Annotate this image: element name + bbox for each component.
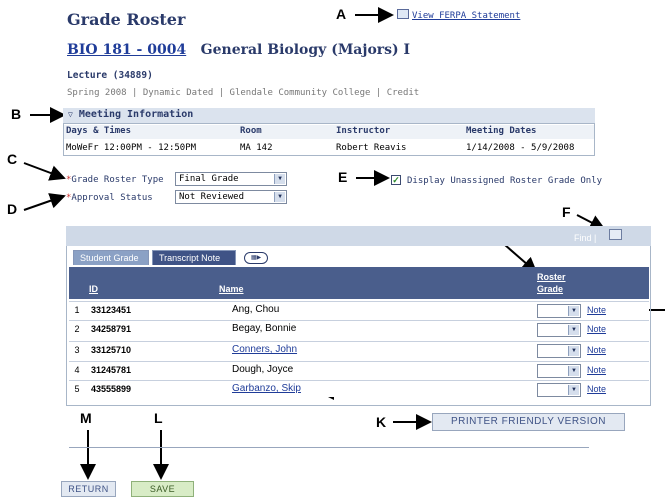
roster-grade-select[interactable]: ▼ bbox=[537, 323, 581, 337]
student-name[interactable]: Conners, John bbox=[232, 344, 297, 355]
col-name-header[interactable]: Name bbox=[219, 284, 244, 294]
roster-type-select[interactable]: Final Grade ▼ bbox=[175, 172, 287, 186]
callout-m: M bbox=[80, 410, 92, 426]
meeting-col-room: Room bbox=[240, 126, 262, 136]
approval-status-label: *Approval Status bbox=[66, 193, 153, 203]
callout-d: D bbox=[7, 201, 18, 217]
meeting-col-dates: Meeting Dates bbox=[466, 126, 537, 136]
ferpa-icon[interactable] bbox=[397, 9, 409, 19]
student-name: Begay, Bonnie bbox=[232, 323, 297, 334]
row-number: 1 bbox=[74, 305, 80, 315]
chevron-down-icon: ▼ bbox=[568, 385, 579, 395]
roster-grade-select[interactable]: ▼ bbox=[537, 364, 581, 378]
find-link[interactable]: Find | bbox=[574, 233, 596, 243]
page-title: Grade Roster bbox=[67, 10, 186, 29]
callout-b: B bbox=[11, 106, 22, 122]
collapse-triangle-icon: ▽ bbox=[68, 110, 73, 119]
callout-e: E bbox=[338, 169, 348, 185]
return-button[interactable]: RETURN bbox=[61, 481, 116, 497]
student-id: 31245781 bbox=[91, 365, 132, 375]
save-button[interactable]: SAVE bbox=[131, 481, 194, 497]
grid-view-icon[interactable] bbox=[609, 229, 622, 240]
ferpa-link[interactable]: View FERPA Statement bbox=[412, 11, 520, 21]
unassigned-only-checkbox[interactable]: ✓ bbox=[391, 175, 401, 185]
callout-a: A bbox=[336, 6, 347, 22]
callout-c: C bbox=[7, 151, 18, 167]
table-row: 2 34258791 Begay, Bonnie ▼ Note bbox=[69, 320, 649, 337]
meeting-dates-value: 1/14/2008 - 5/9/2008 bbox=[466, 143, 575, 153]
col-id-header[interactable]: ID bbox=[89, 284, 98, 294]
show-all-columns-icon[interactable]: ▦▶ bbox=[244, 252, 268, 264]
table-row: 3 33125710 Conners, John ▼ Note bbox=[69, 341, 649, 358]
note-link[interactable]: Note bbox=[587, 305, 606, 315]
table-row: 4 31245781 Dough, Joyce ▼ Note bbox=[69, 361, 649, 378]
chevron-down-icon: ▼ bbox=[568, 366, 579, 376]
unassigned-only-label: Display Unassigned Roster Grade Only bbox=[407, 176, 603, 186]
meeting-info-toggle[interactable]: ▽ Meeting Information bbox=[68, 109, 193, 120]
meeting-info-title: Meeting Information bbox=[78, 109, 194, 120]
roster-grade-select[interactable]: ▼ bbox=[537, 383, 581, 397]
callout-l: L bbox=[154, 410, 163, 426]
row-number: 5 bbox=[74, 384, 80, 394]
student-id: 33123451 bbox=[91, 305, 132, 315]
approval-status-select[interactable]: Not Reviewed ▼ bbox=[175, 190, 287, 204]
student-name: Dough, Joyce bbox=[232, 364, 294, 375]
note-link[interactable]: Note bbox=[587, 384, 606, 394]
note-link[interactable]: Note bbox=[587, 365, 606, 375]
meeting-room-value: MA 142 bbox=[240, 143, 273, 153]
divider bbox=[69, 447, 589, 448]
meeting-col-days: Days & Times bbox=[66, 126, 132, 136]
chevron-down-icon: ▼ bbox=[568, 306, 579, 316]
row-number: 3 bbox=[74, 345, 80, 355]
row-number: 2 bbox=[74, 324, 80, 334]
roster-grade-select[interactable]: ▼ bbox=[537, 344, 581, 358]
course-code-link[interactable]: BIO 181 - 0004 bbox=[67, 42, 186, 58]
meeting-instructor-value: Robert Reavis bbox=[336, 143, 407, 153]
roster-type-value: Final Grade bbox=[179, 174, 239, 184]
callout-k: K bbox=[376, 414, 387, 430]
note-link[interactable]: Note bbox=[587, 324, 606, 334]
course-name: General Biology (Majors) I bbox=[200, 42, 411, 58]
note-link[interactable]: Note bbox=[587, 345, 606, 355]
row-number: 4 bbox=[74, 365, 80, 375]
chevron-down-icon: ▼ bbox=[274, 174, 285, 184]
approval-status-value: Not Reviewed bbox=[179, 192, 245, 202]
tab-student-grade[interactable]: Student Grade bbox=[73, 250, 149, 265]
grid-toolbar bbox=[66, 226, 651, 246]
student-id: 34258791 bbox=[91, 324, 132, 334]
printer-friendly-button[interactable]: PRINTER FRIENDLY VERSION bbox=[432, 413, 625, 431]
student-id: 33125710 bbox=[91, 345, 132, 355]
student-id: 43555899 bbox=[91, 384, 132, 394]
term-info: Spring 2008 | Dynamic Dated | Glendale C… bbox=[67, 88, 420, 98]
roster-grade-select[interactable]: ▼ bbox=[537, 304, 581, 318]
col-grade-header-line1[interactable]: Roster bbox=[537, 272, 566, 282]
col-grade-header-line2[interactable]: Grade bbox=[537, 284, 563, 294]
chevron-down-icon: ▼ bbox=[568, 346, 579, 356]
chevron-down-icon: ▼ bbox=[274, 192, 285, 202]
student-name: Ang, Chou bbox=[232, 304, 280, 315]
grid-header: ID Name Roster Grade bbox=[69, 267, 649, 299]
tab-transcript-note[interactable]: Transcript Note bbox=[152, 250, 236, 265]
section-label: Lecture (34889) bbox=[67, 70, 153, 81]
meeting-days-value: MoWeFr 12:00PM - 12:50PM bbox=[66, 143, 197, 153]
course-heading: BIO 181 - 0004 General Biology (Majors) … bbox=[67, 42, 410, 58]
meeting-col-instructor: Instructor bbox=[336, 126, 391, 136]
roster-type-label: *Grade Roster Type bbox=[66, 175, 164, 185]
table-row: 1 33123451 Ang, Chou ▼ Note bbox=[69, 301, 649, 318]
callout-f: F bbox=[562, 204, 571, 220]
student-name[interactable]: Garbanzo, Skip bbox=[232, 383, 301, 394]
chevron-down-icon: ▼ bbox=[568, 325, 579, 335]
table-row: 5 43555899 Garbanzo, Skip ▼ Note bbox=[69, 380, 649, 397]
